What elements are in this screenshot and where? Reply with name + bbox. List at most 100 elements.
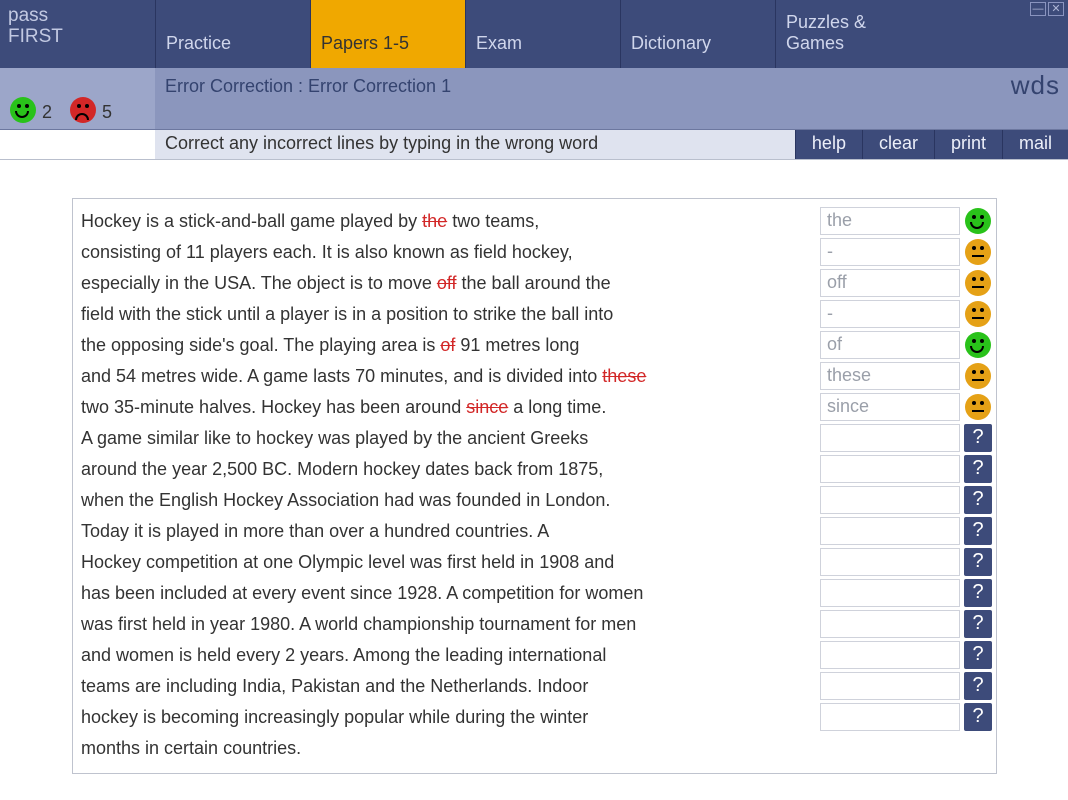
line-text: field with the stick until a player is i… [73,299,820,329]
exercise-line: the opposing side's goal. The playing ar… [73,329,996,360]
line-text: A game similar like to hockey was played… [73,423,820,453]
line-text: was first held in year 1980. A world cha… [73,609,820,639]
nav-tab-dictionary[interactable]: Dictionary [620,0,775,68]
neutral-face-icon [965,301,991,327]
struck-word: these [602,366,646,386]
close-button[interactable]: ✕ [1048,2,1064,16]
answer-input[interactable] [821,208,959,234]
neutral-face-icon [965,239,991,265]
answer-input[interactable] [821,363,959,389]
hint-button[interactable]: ? [964,486,992,514]
logo-line2: FIRST [8,27,147,48]
exercise-line: two 35-minute halves. Hockey has been ar… [73,391,996,422]
hint-button[interactable]: ? [964,424,992,452]
exercise-line: hockey is becoming increasingly popular … [73,701,996,732]
neutral-face-icon [965,394,991,420]
line-text: around the year 2,500 BC. Modern hockey … [73,454,820,484]
line-text: and women is held every 2 years. Among t… [73,640,820,670]
exercise-line: around the year 2,500 BC. Modern hockey … [73,453,996,484]
struck-word: since [466,397,508,417]
exercise-line: and women is held every 2 years. Among t… [73,639,996,670]
answer-input[interactable] [821,549,959,575]
answer-input[interactable] [821,239,959,265]
correct-count: 2 [42,102,52,123]
line-text: and 54 metres wide. A game lasts 70 minu… [73,361,820,391]
exercise-line: when the English Hockey Association had … [73,484,996,515]
answer-input[interactable] [821,270,959,296]
exercise-line: especially in the USA. The object is to … [73,267,996,298]
top-nav: pass FIRST PracticePapers 1-5ExamDiction… [0,0,1068,68]
line-text: the opposing side's goal. The playing ar… [73,330,820,360]
line-text: Today it is played in more than over a h… [73,516,820,546]
hint-button[interactable]: ? [964,610,992,638]
incorrect-count: 5 [102,102,112,123]
answer-input[interactable] [821,301,959,327]
exercise-line: Today it is played in more than over a h… [73,515,996,546]
struck-word: the [422,211,447,231]
answer-input[interactable] [821,704,959,730]
exercise-line: Hockey competition at one Olympic level … [73,546,996,577]
line-text: has been included at every event since 1… [73,578,820,608]
answer-input[interactable] [821,642,959,668]
answer-input[interactable] [821,394,959,420]
happy-face-icon [10,97,36,123]
struck-word: of [440,335,455,355]
line-text: months in certain countries. [73,733,816,763]
answer-input[interactable] [821,580,959,606]
print-button[interactable]: print [934,130,1002,159]
exercise-line: field with the stick until a player is i… [73,298,996,329]
exercise-title: Error Correction : Error Correction 1 [155,68,1068,129]
line-text: Hockey is a stick-and-ball game played b… [73,206,820,236]
exercise-line: and 54 metres wide. A game lasts 70 minu… [73,360,996,391]
exercise-line: Hockey is a stick-and-ball game played b… [73,205,996,236]
nav-tab-papers-1-5[interactable]: Papers 1-5 [310,0,465,68]
answer-input[interactable] [821,332,959,358]
answer-input[interactable] [821,518,959,544]
hint-button[interactable]: ? [964,548,992,576]
struck-word: off [437,273,457,293]
logo-line1: pass [8,6,147,27]
line-text: when the English Hockey Association had … [73,485,820,515]
answer-input[interactable] [821,425,959,451]
hint-button[interactable]: ? [964,703,992,731]
window-controls: — ✕ [1030,2,1064,16]
hint-button[interactable]: ? [964,517,992,545]
app-logo: pass FIRST [0,0,155,68]
exercise-line: has been included at every event since 1… [73,577,996,608]
exercise-line: was first held in year 1980. A world cha… [73,608,996,639]
line-text: hockey is becoming increasingly popular … [73,702,820,732]
line-text: consisting of 11 players each. It is als… [73,237,820,267]
nav-tab-exam[interactable]: Exam [465,0,620,68]
instruction-text: Correct any incorrect lines by typing in… [155,130,795,159]
instruction-bar: Correct any incorrect lines by typing in… [0,130,1068,160]
hint-button[interactable]: ? [964,641,992,669]
exercise-box: Hockey is a stick-and-ball game played b… [72,198,997,774]
line-text: Hockey competition at one Olympic level … [73,547,820,577]
hint-button[interactable]: ? [964,579,992,607]
line-text: especially in the USA. The object is to … [73,268,820,298]
answer-input[interactable] [821,456,959,482]
line-text: two 35-minute halves. Hockey has been ar… [73,392,820,422]
happy-face-icon [965,208,991,234]
neutral-face-icon [965,363,991,389]
hint-button[interactable]: ? [964,455,992,483]
score-box: 2 5 [0,68,155,129]
brand-label: wds [1011,70,1060,101]
exercise-line: months in certain countries. [73,732,996,763]
answer-input[interactable] [821,611,959,637]
clear-button[interactable]: clear [862,130,934,159]
answer-input[interactable] [821,673,959,699]
line-text: teams are including India, Pakistan and … [73,671,820,701]
mail-button[interactable]: mail [1002,130,1068,159]
exercise-line: consisting of 11 players each. It is als… [73,236,996,267]
exercise-line: teams are including India, Pakistan and … [73,670,996,701]
sad-face-icon [70,97,96,123]
nav-tab-puzzles-games[interactable]: Puzzles & Games [775,0,930,68]
answer-input[interactable] [821,487,959,513]
neutral-face-icon [965,270,991,296]
nav-tab-practice[interactable]: Practice [155,0,310,68]
help-button[interactable]: help [795,130,862,159]
minimize-button[interactable]: — [1030,2,1046,16]
hint-button[interactable]: ? [964,672,992,700]
happy-face-icon [965,332,991,358]
